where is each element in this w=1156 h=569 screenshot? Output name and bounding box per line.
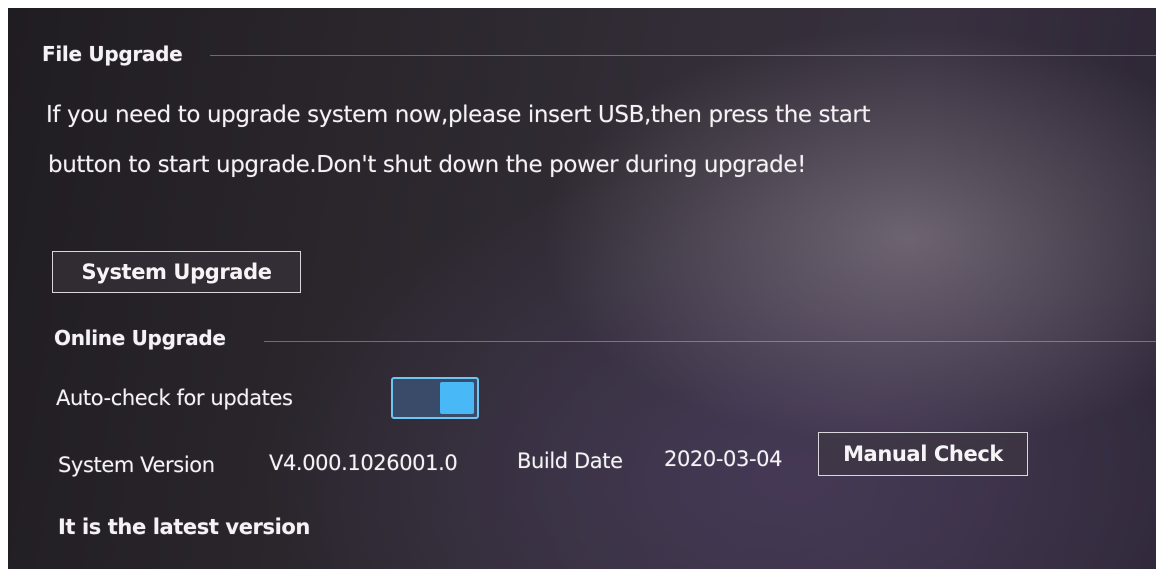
file-upgrade-title: File Upgrade [42,42,183,66]
online-upgrade-divider [264,341,1156,342]
system-upgrade-button[interactable]: System Upgrade [52,251,301,293]
manual-check-button[interactable]: Manual Check [818,432,1028,476]
upgrade-notice-line-1: If you need to upgrade system now,please… [46,102,871,128]
update-status-text: It is the latest version [58,515,310,539]
online-upgrade-title: Online Upgrade [54,326,226,350]
upgrade-panel: File Upgrade If you need to upgrade syst… [8,8,1156,569]
file-upgrade-divider [210,55,1156,56]
build-date-value: 2020-03-04 [664,447,783,471]
auto-check-toggle[interactable] [391,377,479,419]
build-date-label: Build Date [517,449,623,473]
auto-check-label: Auto-check for updates [56,386,293,410]
toggle-knob [440,382,474,414]
system-version-label: System Version [58,453,215,477]
system-version-value: V4.000.1026001.0 [269,451,458,475]
upgrade-notice-line-2: button to start upgrade.Don't shut down … [48,152,806,178]
